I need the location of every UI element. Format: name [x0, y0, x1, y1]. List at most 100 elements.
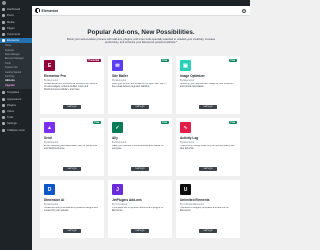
- addon-description: Track every change made on your site and…: [180, 145, 235, 151]
- addon-logo-icon: U: [180, 184, 191, 195]
- elementor-icon: [2, 39, 5, 43]
- addon-cta-button[interactable]: Let's go: [131, 104, 149, 109]
- sidebar-item[interactable]: Posts: [0, 13, 32, 18]
- wordpress-icon[interactable]: [2, 1, 6, 5]
- sidebar-item[interactable]: Tools: [0, 115, 32, 120]
- addon-description: Email marketing and automation built for…: [44, 145, 98, 151]
- addon-logo-icon: ✓: [112, 122, 123, 133]
- tools-icon: [2, 116, 5, 120]
- elementor-topbar: Elementor ?: [32, 6, 250, 16]
- addon-author: By Elementor: [44, 78, 59, 82]
- addon-card: E Promoted Elementor Pro By Elementor Create…: [40, 56, 104, 114]
- addon-badge: Free: [228, 121, 237, 124]
- hero-description: Boost your web-creation process with add…: [66, 37, 216, 45]
- plugin-icon: [2, 103, 5, 107]
- sidebar-item[interactable]: Settings: [0, 121, 32, 126]
- sidebar-item-label: Collapse menu: [7, 128, 25, 132]
- addons-grid: E Promoted Elementor Pro By Elementor Create…: [40, 56, 246, 238]
- sidebar-item-label: Dashboard: [7, 8, 21, 12]
- addon-description: Create and edit professional AI-powered …: [44, 207, 99, 213]
- addon-description: A complete set of dynamic add-ons and pl…: [112, 207, 164, 213]
- sidebar-item[interactable]: Dashboard: [0, 7, 32, 12]
- topbar-brand: Elementor: [41, 8, 59, 13]
- sidebar-item-label: Templates: [7, 91, 20, 95]
- addon-cta-button[interactable]: Let's go: [63, 104, 81, 109]
- comment-icon: [2, 32, 5, 36]
- addon-name: Activity Log: [180, 136, 199, 140]
- addon-author: By Elementor: [112, 140, 127, 144]
- addon-badge: Free: [160, 59, 169, 62]
- elementor-submenu: Home Settings Role Manager Element Manager T…: [0, 43, 32, 90]
- dashboard-icon: [2, 8, 5, 12]
- sidebar-item[interactable]: Media: [0, 20, 32, 25]
- addon-description: Make your website more accessible and us…: [112, 145, 164, 151]
- submenu-item[interactable]: Upgrade: [0, 84, 32, 88]
- elementor-logo-icon: [35, 8, 40, 13]
- addon-card: ✉ Free Site Mailer By Elementor Keep your Wo…: [108, 56, 172, 114]
- addon-badge: Promoted: [86, 59, 101, 62]
- sidebar-item[interactable]: Plugins: [0, 103, 32, 108]
- sidebar-item[interactable]: Users: [0, 109, 32, 114]
- pages-icon: [2, 26, 5, 30]
- sidebar-item[interactable]: Templates: [0, 90, 32, 95]
- addon-cta-button[interactable]: Let's go: [199, 228, 217, 233]
- sidebar-item-label: Pages: [7, 26, 15, 30]
- addon-description: Speed up your website with image file si…: [180, 83, 234, 89]
- addon-card: J JetPlugins Add-ons By Crocoblock A comple…: [108, 180, 172, 238]
- addon-badge: Free: [92, 121, 101, 124]
- sidebar-item[interactable]: Collapse menu: [0, 128, 32, 133]
- addon-cta-button[interactable]: Let's go: [63, 166, 81, 171]
- addon-logo-icon: ✉: [112, 60, 123, 71]
- addon-card: U Unlimited Elements By Unlimited Elements…: [176, 180, 240, 238]
- addon-author: By Elementor: [44, 202, 59, 206]
- addon-name: Unlimited Elements: [180, 198, 210, 202]
- sidebar-item-label: Users: [7, 109, 15, 113]
- addon-name: Image Optimizer: [180, 74, 205, 78]
- sidebar-item-label: Posts: [7, 14, 14, 18]
- sidebar-item-label: Elementor: [7, 39, 20, 43]
- sidebar-item-label: Tools: [7, 116, 14, 120]
- sidebar-item[interactable]: Comments: [0, 32, 32, 37]
- addon-card: D Dimension AI By Elementor Create and edit…: [40, 180, 104, 238]
- sidebar-item-label: Appearance: [7, 97, 22, 101]
- help-icon[interactable]: ?: [242, 8, 246, 13]
- addon-author: By Elementor: [180, 140, 195, 144]
- sidebar-item-label: Comments: [7, 32, 20, 36]
- addon-author: By Elementor: [44, 140, 59, 144]
- addon-name: Elementor Pro: [44, 74, 66, 78]
- addon-cta-button[interactable]: Let's go: [199, 104, 217, 109]
- sidebar-item-label: Media: [7, 20, 15, 24]
- addon-card: ▲ Free Send By Elementor Email marketing and…: [40, 118, 104, 176]
- addon-author: By Elementor: [180, 78, 195, 82]
- sidebar-item[interactable]: Appearance: [0, 97, 32, 102]
- settings-icon: [2, 122, 5, 126]
- addon-card: ∿ Free Activity Log By Elementor Track every…: [176, 118, 240, 176]
- page-title: Popular Add-ons, New Possibilities.: [87, 29, 195, 36]
- addon-name: Send: [44, 136, 52, 140]
- addon-description: Hundreds of widgets, templates and add-o…: [180, 207, 229, 213]
- addon-author: By Unlimited Elements: [180, 202, 205, 206]
- addon-badge: Free: [160, 121, 169, 124]
- addon-name: JetPlugins Add-ons: [112, 198, 142, 202]
- sidebar-item-label: Plugins: [7, 103, 16, 107]
- pin-icon: [2, 14, 5, 18]
- addon-logo-icon: ∿: [180, 122, 191, 133]
- addon-logo-icon: ▣: [180, 60, 191, 71]
- addon-name: Site Mailer: [112, 74, 128, 78]
- brush-icon: [2, 97, 5, 101]
- addon-badge: Free: [228, 59, 237, 62]
- addon-cta-button[interactable]: Let's go: [131, 166, 149, 171]
- media-icon: [2, 20, 5, 24]
- sidebar-item[interactable]: Pages: [0, 26, 32, 31]
- addon-logo-icon: E: [44, 60, 55, 71]
- addon-cta-button[interactable]: Let's go: [131, 228, 149, 233]
- addon-cta-button[interactable]: Let's go: [63, 228, 81, 233]
- addon-description: Create advanced, professional websites w…: [44, 83, 98, 92]
- addon-cta-button[interactable]: Let's go: [199, 166, 217, 171]
- addon-logo-icon: D: [44, 184, 55, 195]
- addon-author: By Crocoblock: [112, 202, 128, 206]
- sidebar-item-label: Settings: [7, 122, 17, 126]
- addon-description: Keep your WordPress emails out of spam w…: [112, 83, 167, 89]
- sidebar-item[interactable]: Elementor: [0, 38, 32, 44]
- admin-sidebar: Dashboard Posts Media Pages Comments Elemento…: [0, 6, 32, 250]
